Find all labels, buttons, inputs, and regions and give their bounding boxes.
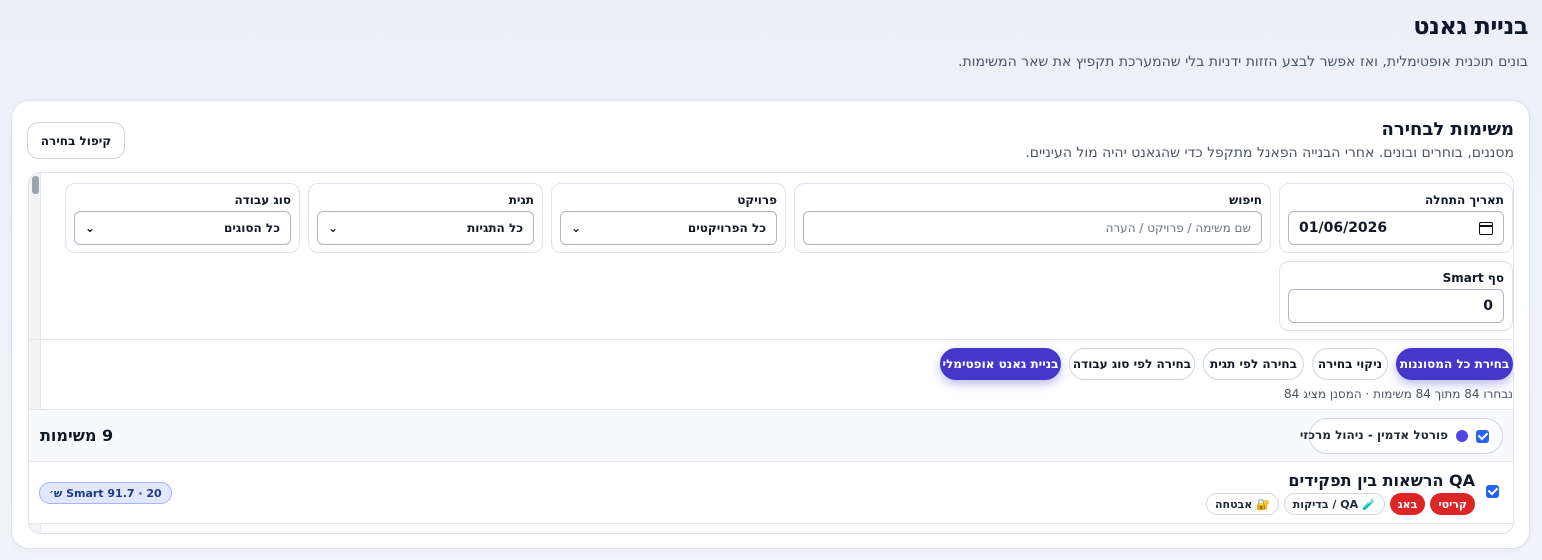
task-checkbox[interactable] bbox=[1486, 485, 1499, 498]
chevron-down-icon: ⌄ bbox=[328, 221, 339, 235]
filter-smart-threshold: סף Smart 0 bbox=[1279, 261, 1513, 331]
smart-threshold-input[interactable]: 0 bbox=[1288, 289, 1504, 323]
panel-subtitle: מסננים, בוחרים ובונים. אחרי הבנייה הפאנל… bbox=[1025, 145, 1514, 161]
calendar-icon[interactable] bbox=[1479, 221, 1493, 235]
project-label: פרויקט bbox=[737, 193, 777, 207]
filter-search: חיפוש שם משימה / פרויקט / הערה bbox=[794, 183, 1271, 253]
task-selection-panel: משימות לבחירה מסננים, בוחרים ובונים. אחר… bbox=[11, 100, 1530, 549]
task-row[interactable]: QA הרשאות בין תפקידים קריטי באג 🧪 QA / ב… bbox=[29, 462, 1513, 524]
project-select[interactable]: כל הפרויקטים ⌄ bbox=[560, 211, 777, 245]
tag-qa-testing: 🧪 QA / בדיקות bbox=[1283, 493, 1385, 515]
tag-label: תגית bbox=[508, 193, 534, 207]
filters-scroll-area: תאריך התחלה 01/06/2026 חיפוש שם משימה / … bbox=[28, 172, 1514, 534]
search-label: חיפוש bbox=[1229, 193, 1262, 207]
search-placeholder: שם משימה / פרויקט / הערה bbox=[1105, 221, 1251, 235]
work-type-select[interactable]: כל הסוגים ⌄ bbox=[74, 211, 291, 245]
page-title: בניית גאנט bbox=[1413, 12, 1528, 40]
smart-score-badge: 20 · Smart 91.7 ש׳ bbox=[39, 482, 172, 504]
filter-project: פרויקט כל הפרויקטים ⌄ bbox=[551, 183, 786, 253]
project-select-value: כל הפרויקטים bbox=[687, 221, 766, 235]
work-type-select-value: כל הסוגים bbox=[223, 221, 280, 235]
tag-select[interactable]: כל התגיות ⌄ bbox=[317, 211, 534, 245]
chevron-down-icon: ⌄ bbox=[571, 221, 582, 235]
task-group: פורטל אדמין - ניהול מרכזי 9 משימות QA הר… bbox=[29, 409, 1513, 533]
build-optimal-gantt-button[interactable]: בניית גאנט אופטימלי bbox=[940, 348, 1061, 380]
collapse-selection-button[interactable]: קיפול בחירה bbox=[27, 122, 125, 159]
page-subtitle: בונים תוכנית אופטימלית, ואז אפשר לבצע הז… bbox=[958, 54, 1528, 70]
clear-selection-button[interactable]: ניקוי בחירה bbox=[1312, 348, 1388, 380]
chevron-down-icon: ⌄ bbox=[85, 221, 96, 235]
tag-bug: באג bbox=[1389, 493, 1426, 515]
selection-summary: נבחרו 84 מתוך 84 משימות · המסנן מציג 84 bbox=[1284, 387, 1513, 401]
panel-title: משימות לבחירה bbox=[1381, 119, 1514, 140]
search-input[interactable]: שם משימה / פרויקט / הערה bbox=[803, 211, 1262, 245]
select-by-tag-button[interactable]: בחירה לפי תגית bbox=[1203, 348, 1304, 380]
task-title: QA הרשאות בין תפקידים bbox=[1288, 471, 1475, 490]
filter-tag: תגית כל התגיות ⌄ bbox=[308, 183, 543, 253]
tag-security: 🔐 אבטחה bbox=[1205, 493, 1279, 515]
select-all-filtered-button[interactable]: בחירת כל המסוננות bbox=[1396, 348, 1513, 380]
start-date-label: תאריך התחלה bbox=[1425, 193, 1504, 207]
tag-select-value: כל התגיות bbox=[467, 221, 523, 235]
group-header: פורטל אדמין - ניהול מרכזי 9 משימות bbox=[29, 410, 1513, 462]
smart-threshold-value: 0 bbox=[1483, 298, 1493, 314]
scrollbar-thumb[interactable] bbox=[32, 176, 39, 194]
filter-work-type: סוג עבודה כל הסוגים ⌄ bbox=[65, 183, 300, 253]
group-pill[interactable]: פורטל אדמין - ניהול מרכזי bbox=[1300, 418, 1503, 454]
select-by-work-type-button[interactable]: בחירה לפי סוג עבודה bbox=[1069, 348, 1195, 380]
work-type-label: סוג עבודה bbox=[234, 193, 291, 207]
start-date-input[interactable]: 01/06/2026 bbox=[1288, 211, 1504, 245]
divider bbox=[29, 339, 1513, 340]
tag-critical: קריטי bbox=[1430, 493, 1475, 515]
group-name: פורטל אדמין - ניהול מרכזי bbox=[1299, 428, 1448, 442]
task-tags: קריטי באג 🧪 QA / בדיקות 🔐 אבטחה bbox=[1205, 493, 1475, 515]
group-color-dot bbox=[1456, 430, 1468, 442]
group-checkbox[interactable] bbox=[1476, 430, 1489, 443]
smart-threshold-label: סף Smart bbox=[1442, 271, 1504, 285]
group-task-count: 9 משימות bbox=[40, 426, 114, 445]
start-date-value: 01/06/2026 bbox=[1299, 220, 1388, 236]
filter-start-date: תאריך התחלה 01/06/2026 bbox=[1279, 183, 1513, 253]
